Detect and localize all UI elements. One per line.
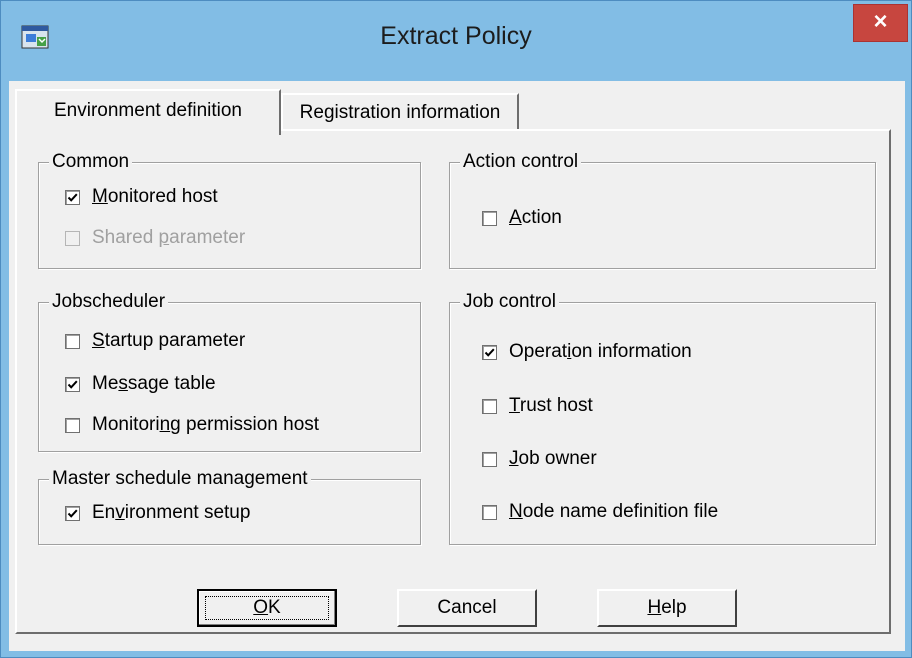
help-button[interactable]: Help [597,589,737,627]
close-button[interactable]: × [853,4,908,42]
tab-panel: Common Monitored host Shared parameter A… [15,129,891,634]
startup-parameter-label: Startup parameter [92,330,246,351]
monitoring-permission-host-checkbox[interactable]: Monitoring permission host [65,414,319,436]
dialog-client-area: Environment definition Registration info… [9,81,905,651]
check-icon [67,509,78,518]
monitored-host-checkbox[interactable]: Monitored host [65,186,218,208]
tab-environment-definition[interactable]: Environment definition [15,89,281,135]
action-control-group-label: Action control [460,151,582,173]
monitoring-permission-host-label: Monitoring permission host [92,414,320,435]
operation-information-checkbox[interactable]: Operation information [482,341,692,363]
cancel-button-label: Cancel [437,597,497,618]
monitoring-permission-host-checkbox-box[interactable] [65,417,80,433]
jobscheduler-group: Jobscheduler Startup parameter Message t… [38,291,421,452]
shared-parameter-label: Shared parameter [92,227,246,248]
job-owner-label: Job owner [509,448,597,469]
jobscheduler-group-label: Jobscheduler [49,291,169,313]
shared-parameter-checkbox-box[interactable] [65,230,80,246]
action-control-group: Action control Action [449,151,876,269]
node-name-definition-file-checkbox-box[interactable] [482,504,497,520]
tab-environment-definition-label: Environment definition [54,100,242,121]
job-control-group: Job control Operation information Trust … [449,291,876,545]
title-bar[interactable]: Extract Policy × [1,1,911,81]
environment-setup-label: Environment setup [92,502,251,523]
message-table-checkbox[interactable]: Message table [65,373,216,395]
startup-parameter-checkbox[interactable]: Startup parameter [65,330,245,352]
check-icon [484,348,495,357]
tab-registration-information-label: Registration information [299,102,501,123]
job-owner-checkbox[interactable]: Job owner [482,448,597,470]
trust-host-checkbox[interactable]: Trust host [482,395,593,417]
action-label: Action [509,207,562,228]
action-checkbox-box[interactable] [482,210,497,226]
help-button-label: Help [647,597,687,618]
master-schedule-group-label: Master schedule management [49,468,311,490]
node-name-definition-file-label: Node name definition file [509,501,719,522]
operation-information-checkbox-box[interactable] [482,344,497,360]
common-group: Common Monitored host Shared parameter [38,151,421,269]
trust-host-label: Trust host [509,395,593,416]
tab-registration-information[interactable]: Registration information [281,93,519,131]
ok-button[interactable]: OK [197,589,337,627]
node-name-definition-file-checkbox[interactable]: Node name definition file [482,501,718,523]
trust-host-checkbox-box[interactable] [482,398,497,414]
check-icon [67,380,78,389]
common-group-label: Common [49,151,133,173]
shared-parameter-checkbox[interactable]: Shared parameter [65,227,245,249]
message-table-checkbox-box[interactable] [65,376,80,392]
window-title: Extract Policy [380,22,532,50]
monitored-host-checkbox-box[interactable] [65,189,80,205]
cancel-button[interactable]: Cancel [397,589,537,627]
focus-rectangle [205,596,329,620]
master-schedule-group: Master schedule management Environment s… [38,468,421,545]
message-table-label: Message table [92,373,216,394]
job-control-group-label: Job control [460,291,559,313]
action-checkbox[interactable]: Action [482,207,562,229]
operation-information-label: Operation information [509,341,692,362]
job-owner-checkbox-box[interactable] [482,451,497,467]
environment-setup-checkbox-box[interactable] [65,505,80,521]
startup-parameter-checkbox-box[interactable] [65,333,80,349]
environment-setup-checkbox[interactable]: Environment setup [65,502,250,524]
check-icon [67,193,78,202]
monitored-host-label: Monitored host [92,186,218,207]
dialog-window: Extract Policy × Environment definition … [0,0,912,658]
